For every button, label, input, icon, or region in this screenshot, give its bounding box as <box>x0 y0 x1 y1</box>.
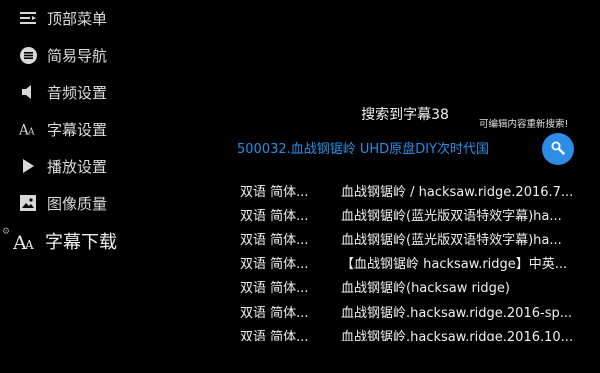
search-button[interactable] <box>542 133 574 165</box>
sidebar-item-audio[interactable]: 音频设置 <box>0 77 107 107</box>
result-name: 血战钢锯岭(蓝光版双语特效字幕)ha... <box>341 208 562 224</box>
subtitle-download-icon: AA <box>13 232 37 251</box>
list-item[interactable]: 双语 简体... 血战钢锯岭(蓝光版双语特效字幕)ha... <box>240 202 575 226</box>
sidebar-item-label: 图像质量 <box>47 194 108 213</box>
sidebar-item-label: 简易导航 <box>47 46 108 65</box>
list-item[interactable]: 双语 简体... 血战钢锯岭.hacksaw.ridge.2016.10... <box>240 323 575 341</box>
play-icon <box>19 157 37 175</box>
sidebar-item-top-menu[interactable]: 顶部菜单 <box>0 3 107 33</box>
subtitle-icon: AA <box>19 120 37 138</box>
result-language: 双语 简体... <box>240 281 309 297</box>
sidebar-item-label: 播放设置 <box>47 157 108 176</box>
sidebar-item-subtitle-download[interactable]: AA 字幕下载 <box>0 226 117 256</box>
svg-text:A: A <box>24 238 34 251</box>
sidebar-item-label: 字幕下载 <box>45 232 117 253</box>
result-name: 血战钢锯岭.hacksaw.ridge.2016-sp... <box>341 305 573 321</box>
sidebar: 顶部菜单 简易导航 音频设置 AA 字幕设置 播放设置 图像质量 ⚙ AA 字幕… <box>0 0 225 373</box>
result-name: 血战钢锯岭(蓝光版双语特效字幕)ha... <box>341 232 562 248</box>
list-item[interactable]: 双语 简体... 血战钢锯岭(hacksaw ridge) <box>240 275 575 299</box>
list-item[interactable]: 双语 简体... 血战钢锯岭.hacksaw.ridge.2016-sp... <box>240 299 575 323</box>
list-item[interactable]: 双语 简体... 血战钢锯岭 / hacksaw.ridge.2016.7... <box>240 178 575 202</box>
list-item[interactable]: 双语 简体... 血战钢锯岭(蓝光版双语特效字幕)ha... <box>240 226 575 250</box>
search-hint: 可编辑内容重新搜索! <box>479 119 569 130</box>
speaker-icon <box>19 83 37 101</box>
menu-circle-icon <box>19 46 37 64</box>
result-name: 【血战钢锯岭 hacksaw.ridge】中英... <box>341 257 568 273</box>
svg-text:A: A <box>27 127 35 137</box>
results-count-title: 搜索到字幕38 <box>361 107 449 123</box>
search-icon <box>551 140 565 159</box>
result-language: 双语 简体... <box>240 257 309 273</box>
result-language: 双语 简体... <box>240 184 309 200</box>
result-name: 血战钢锯岭 / hacksaw.ridge.2016.7... <box>341 184 574 200</box>
result-language: 双语 简体... <box>240 208 309 224</box>
result-name: 血战钢锯岭(hacksaw ridge) <box>341 281 510 297</box>
list-icon <box>19 9 37 27</box>
list-item[interactable]: 双语 简体... 【血战钢锯岭 hacksaw.ridge】中英... <box>240 251 575 275</box>
results-list: 双语 简体... 血战钢锯岭 / hacksaw.ridge.2016.7...… <box>240 178 575 341</box>
result-language: 双语 简体... <box>240 232 309 248</box>
sidebar-item-image-quality[interactable]: 图像质量 <box>0 188 107 218</box>
sidebar-item-label: 字幕设置 <box>47 120 108 139</box>
image-icon <box>19 194 37 212</box>
sidebar-item-subtitle-settings[interactable]: AA 字幕设置 <box>0 114 107 144</box>
sidebar-item-simple-nav[interactable]: 简易导航 <box>0 40 107 70</box>
result-language: 双语 简体... <box>240 305 309 321</box>
result-language: 双语 简体... <box>240 329 309 341</box>
result-name: 血战钢锯岭.hacksaw.ridge.2016.10... <box>341 329 574 341</box>
sidebar-item-playback[interactable]: 播放设置 <box>0 151 107 181</box>
sidebar-item-label: 顶部菜单 <box>47 9 108 28</box>
sidebar-item-label: 音频设置 <box>47 83 108 102</box>
search-input[interactable] <box>237 140 491 160</box>
